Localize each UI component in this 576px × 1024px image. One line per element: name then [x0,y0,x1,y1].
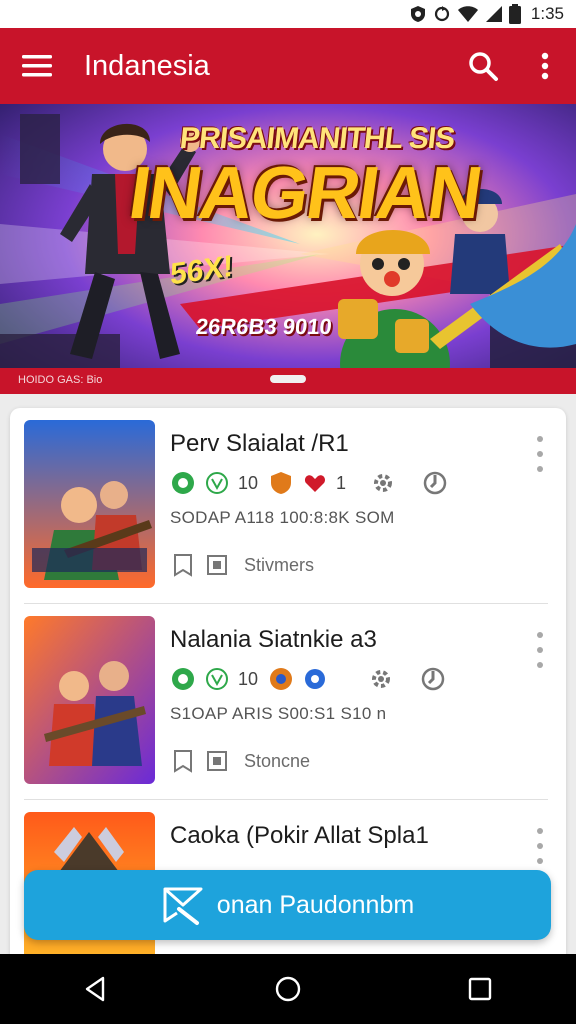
nav-home-button[interactable] [258,959,318,1019]
battery-icon [508,4,521,24]
settings-icon [370,470,396,496]
android-icon [170,470,196,496]
more-dot [537,843,543,849]
search-button[interactable] [452,28,514,104]
home-circle-icon [275,976,301,1002]
more-dot [537,647,543,653]
item-more-button[interactable] [528,436,552,472]
nav-back-button[interactable] [66,959,126,1019]
primary-action-button[interactable]: onan Paudonnbm [24,870,551,940]
more-dot [537,451,543,457]
system-nav-bar [0,954,576,1024]
status-bar: 1:35 [0,0,576,28]
app-bar: Indanesia [0,28,576,104]
gear-icon [302,666,328,692]
item-meta: SODAP A118 100:8:8K SOM [170,508,395,527]
badge-count: 10 [238,668,259,689]
hamburger-icon [22,55,52,77]
list-item[interactable]: Nalania Siatnkie a3 10 S1OAP ARIS S00:S1… [10,604,566,800]
bookmark-icon[interactable] [170,552,196,578]
app-title: Indanesia [84,49,210,82]
game-thumbnail [24,616,155,784]
more-dot [537,436,543,442]
share-icon[interactable] [204,748,230,774]
banner-title-main: INAGRIAN [124,151,486,234]
nav-recents-button[interactable] [450,959,510,1019]
item-title: Caoka (Pokir Allat Spla1 [170,822,429,849]
primary-action-label: onan Paudonnbm [216,890,415,919]
clock-icon [420,666,446,692]
security-icon [409,5,427,23]
item-badges: 10 1 [170,468,456,498]
item-actions: Stoncne [170,748,310,774]
bookmark-icon[interactable] [170,748,196,774]
more-dot [537,828,543,834]
share-icon[interactable] [204,552,230,578]
banner-credit: HOIDO GAS: Bio [18,374,103,386]
android-icon [170,666,196,692]
item-actions: Stivmers [170,552,314,578]
wifi-icon [457,5,479,23]
more-dot [537,632,543,638]
status-time: 1:35 [530,4,564,23]
promo-banner[interactable]: PRISAIMANITHL SIS INAGRIAN 56X! 26R6B3 9… [0,104,576,394]
item-more-button[interactable] [528,632,552,668]
carousel-indicator[interactable] [270,375,306,383]
badge-count: 10 [238,472,259,493]
heart-icon [302,470,328,496]
menu-button[interactable] [0,28,74,104]
send-icon [161,883,205,927]
list-item[interactable]: Perv Slaialat /R1 10 1 SODAP A118 100:8:… [10,408,566,604]
banner-code: 26R6B3 9010 [194,314,334,339]
item-title: Perv Slaialat /R1 [170,430,349,457]
recents-square-icon [468,977,492,1001]
item-badges: 10 [170,664,454,694]
verified-icon [204,470,230,496]
item-title: Nalania Siatnkie a3 [170,626,377,653]
game-thumbnail [24,420,155,588]
signal-icon [485,5,503,23]
more-dot [537,466,543,472]
more-dot [537,858,543,864]
more-vert-icon [541,52,549,80]
search-icon [469,52,498,81]
item-meta: S1OAP ARIS S00:S1 S10 n [170,704,387,723]
item-status: Stoncne [244,750,311,771]
sync-icon [433,5,451,23]
gem-icon [268,666,294,692]
settings-icon [368,666,394,692]
item-more-button[interactable] [528,828,552,864]
verified-icon [204,666,230,692]
overflow-menu-button[interactable] [514,28,576,104]
item-status: Stivmers [244,554,315,575]
more-dot [537,662,543,668]
shield-icon [268,470,294,496]
clock-icon [422,470,448,496]
back-triangle-icon [85,976,105,1002]
heart-count: 1 [336,472,347,493]
